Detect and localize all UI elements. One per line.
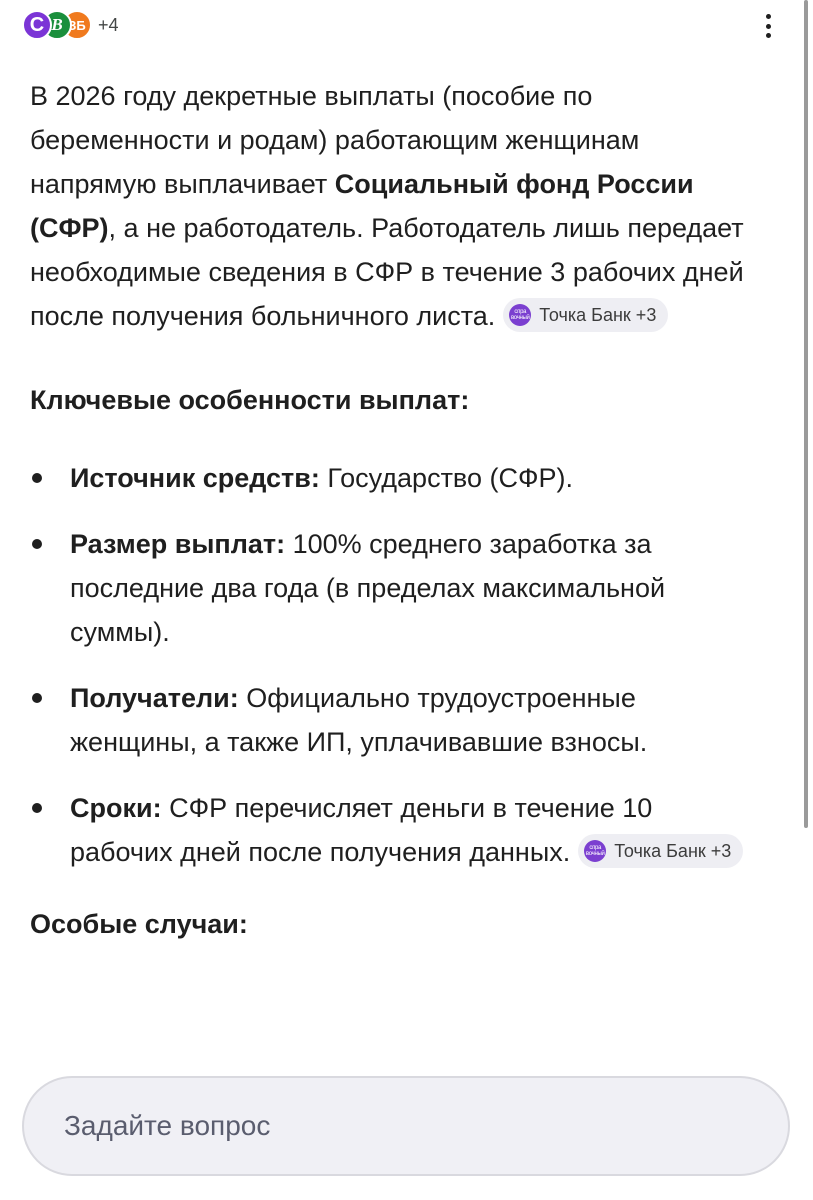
- more-sources-count[interactable]: +4: [98, 15, 119, 36]
- bullet-icon: [32, 693, 42, 703]
- list-item: Сроки: СФР перечисляет деньги в течение …: [30, 786, 760, 874]
- features-list: Источник средств: Государство (СФР). Раз…: [30, 456, 760, 874]
- source-icon-1[interactable]: C: [22, 10, 52, 40]
- bullet-icon: [32, 539, 42, 549]
- item-text: Государство (СФР).: [319, 463, 574, 493]
- ask-input-box[interactable]: [22, 1076, 790, 1176]
- intro-paragraph: В 2026 году декретные выплаты (пособие п…: [30, 74, 760, 338]
- source-icons[interactable]: C B ЗБ: [22, 10, 92, 40]
- chip-logo-icon: спра вочный: [509, 303, 532, 326]
- special-cases-heading: Особые случаи:: [30, 909, 248, 939]
- chip-label: Точка Банк +3: [539, 304, 657, 325]
- ask-input[interactable]: [62, 1109, 746, 1143]
- item-label: Сроки:: [70, 793, 162, 823]
- bullet-icon: [32, 473, 42, 483]
- bullet-icon: [32, 803, 42, 813]
- list-item: Получатели: Официально трудоустроенные ж…: [30, 676, 760, 764]
- list-item: Источник средств: Государство (СФР).: [30, 456, 760, 500]
- key-features-heading: Ключевые особенности выплат:: [30, 385, 470, 415]
- chip-label: Точка Банк +3: [614, 840, 732, 861]
- source-chip[interactable]: спра вочный Точка Банк +3: [578, 833, 744, 868]
- list-item: Размер выплат: 100% среднего заработка з…: [30, 522, 760, 654]
- source-chip[interactable]: спра вочный Точка Банк +3: [503, 297, 669, 332]
- chip-logo-icon: спра вочный: [584, 839, 607, 862]
- item-label: Получатели:: [70, 683, 239, 713]
- scrollbar[interactable]: [804, 0, 808, 828]
- item-label: Источник средств:: [70, 463, 320, 493]
- more-options-icon[interactable]: [761, 12, 775, 40]
- item-label: Размер выплат:: [70, 529, 286, 559]
- answer-content: В 2026 году декретные выплаты (пособие п…: [30, 74, 760, 946]
- sources-header[interactable]: C B ЗБ +4: [22, 4, 119, 46]
